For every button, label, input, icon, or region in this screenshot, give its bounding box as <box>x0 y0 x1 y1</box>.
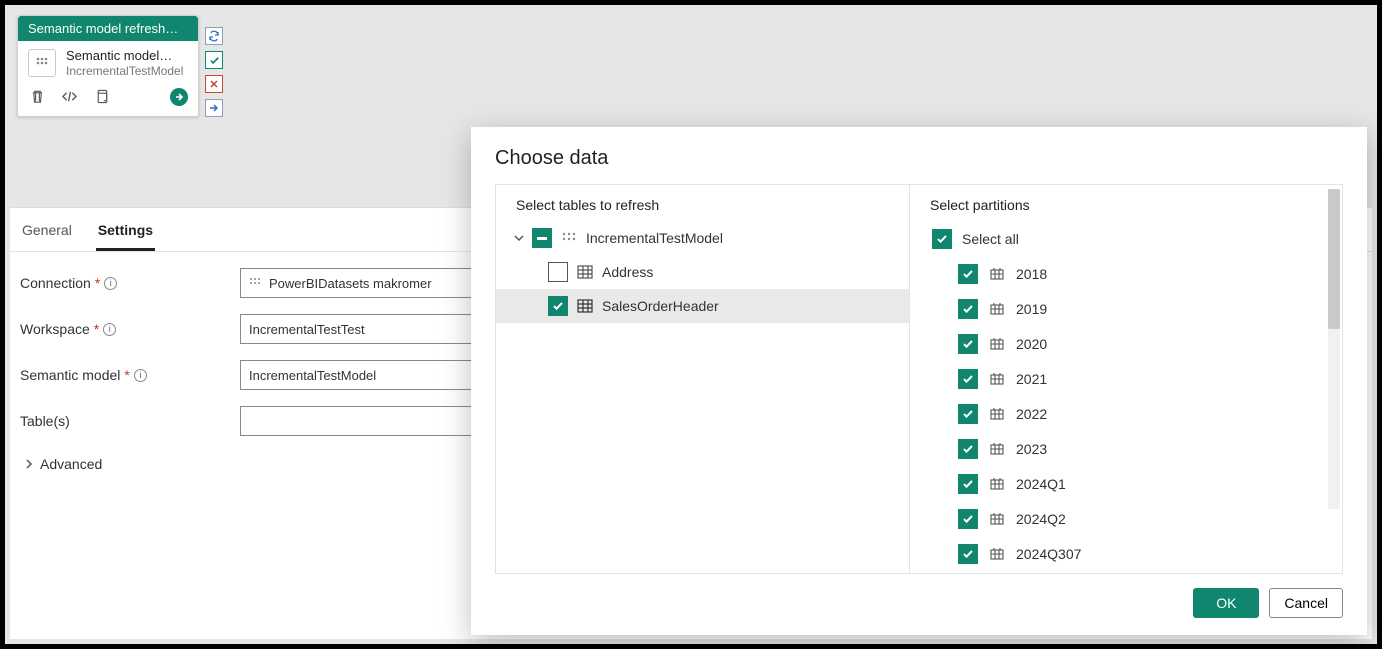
partitions-list: Select all 2018 2019 2020 2021 2022 2023 2024Q… <box>910 221 1342 571</box>
activity-footer <box>18 80 198 116</box>
partition-icon <box>988 510 1006 528</box>
table-row[interactable]: SalesOrderHeader <box>496 289 909 323</box>
checkbox[interactable] <box>958 404 978 424</box>
checkbox[interactable] <box>958 509 978 529</box>
activity-node[interactable]: Semantic model refresh… Semantic model… … <box>17 15 199 117</box>
semantic-model-label: Semantic model * i <box>20 367 240 383</box>
partition-label: 2023 <box>1016 441 1047 457</box>
chevron-down-icon <box>514 233 524 243</box>
tables-field[interactable] <box>240 406 475 436</box>
checkbox[interactable] <box>958 299 978 319</box>
checkbox[interactable] <box>548 296 568 316</box>
run-icon[interactable] <box>170 88 188 106</box>
info-icon[interactable]: i <box>134 369 147 382</box>
tree-root-label: IncrementalTestModel <box>586 230 723 246</box>
checkbox[interactable] <box>548 262 568 282</box>
partition-icon <box>988 335 1006 353</box>
partition-row[interactable]: 2024Q307 <box>932 536 1320 571</box>
tables-column: Select tables to refresh IncrementalTest… <box>496 185 910 573</box>
activity-subtitle: IncrementalTestModel <box>66 64 183 78</box>
partition-label: 2018 <box>1016 266 1047 282</box>
tab-general[interactable]: General <box>20 218 74 251</box>
partition-label: 2021 <box>1016 371 1047 387</box>
delete-icon[interactable] <box>28 88 46 106</box>
tables-header: Select tables to refresh <box>496 197 909 221</box>
checkbox[interactable] <box>958 439 978 459</box>
partition-icon <box>988 440 1006 458</box>
info-icon[interactable]: i <box>103 323 116 336</box>
workspace-label: Workspace * i <box>20 321 240 337</box>
chevron-right-icon <box>24 459 34 469</box>
select-all-label: Select all <box>962 231 1019 247</box>
success-icon[interactable] <box>205 51 223 69</box>
partition-icon <box>988 300 1006 318</box>
table-label: SalesOrderHeader <box>602 298 719 314</box>
checkbox[interactable] <box>958 334 978 354</box>
partition-row[interactable]: 2024Q2 <box>932 501 1320 536</box>
partition-row[interactable]: 2024Q1 <box>932 466 1320 501</box>
table-row[interactable]: Address <box>496 255 909 289</box>
skip-icon[interactable] <box>205 99 223 117</box>
partition-icon <box>988 545 1006 563</box>
tables-label: Table(s) <box>20 413 240 429</box>
error-icon[interactable]: ✕ <box>205 75 223 93</box>
dataset-icon <box>28 49 56 77</box>
partition-icon <box>988 370 1006 388</box>
connection-field[interactable]: PowerBIDatasets makromer <box>240 268 475 298</box>
partitions-header: Select partitions <box>910 197 1342 221</box>
partition-row[interactable]: 2022 <box>932 396 1320 431</box>
partition-row[interactable]: 2020 <box>932 326 1320 361</box>
checkbox[interactable] <box>958 474 978 494</box>
app-frame: Semantic model refresh… Semantic model… … <box>0 0 1382 649</box>
checkbox[interactable] <box>932 229 952 249</box>
ok-button[interactable]: OK <box>1193 588 1259 618</box>
partition-row[interactable]: 2021 <box>932 361 1320 396</box>
dialog-title: Choose data <box>495 147 1343 170</box>
partition-label: 2019 <box>1016 301 1047 317</box>
table-label: Address <box>602 264 653 280</box>
workspace-value: IncrementalTestTest <box>249 322 365 337</box>
partition-label: 2024Q2 <box>1016 511 1066 527</box>
choose-data-dialog: Choose data Select tables to refresh Inc… <box>471 127 1367 635</box>
partition-label: 2020 <box>1016 336 1047 352</box>
partition-row[interactable]: 2018 <box>932 256 1320 291</box>
activity-node-header: Semantic model refresh… <box>18 16 198 41</box>
partition-label: 2024Q1 <box>1016 476 1066 492</box>
semantic-model-field[interactable]: IncrementalTestModel <box>240 360 475 390</box>
status-icons: ✕ <box>205 27 223 117</box>
checkbox[interactable] <box>958 369 978 389</box>
checkbox-indeterminate[interactable] <box>532 228 552 248</box>
tab-settings[interactable]: Settings <box>96 218 155 251</box>
table-icon <box>576 297 594 315</box>
connection-label: Connection * i <box>20 275 240 291</box>
info-icon[interactable]: i <box>104 277 117 290</box>
table-icon <box>576 263 594 281</box>
activity-title: Semantic model… <box>66 49 183 64</box>
refresh-icon[interactable] <box>205 27 223 45</box>
tree-root[interactable]: IncrementalTestModel <box>496 221 909 255</box>
partition-icon <box>988 265 1006 283</box>
activity-node-body: Semantic model… IncrementalTestModel <box>18 41 198 80</box>
scrollbar-thumb[interactable] <box>1328 189 1340 329</box>
semantic-model-value: IncrementalTestModel <box>249 368 376 383</box>
checkbox[interactable] <box>958 544 978 564</box>
copy-icon[interactable] <box>92 88 110 106</box>
select-all-row[interactable]: Select all <box>932 221 1320 256</box>
partition-icon <box>988 475 1006 493</box>
partition-row[interactable]: 2019 <box>932 291 1320 326</box>
dialog-footer: OK Cancel <box>495 574 1343 618</box>
model-icon <box>560 229 578 247</box>
connection-value: PowerBIDatasets makromer <box>269 276 432 291</box>
checkbox[interactable] <box>958 264 978 284</box>
code-icon[interactable] <box>60 88 78 106</box>
workspace-field[interactable]: IncrementalTestTest <box>240 314 475 344</box>
dialog-body: Select tables to refresh IncrementalTest… <box>495 184 1343 574</box>
partitions-column: Select partitions Select all 2018 2019 202… <box>910 185 1342 573</box>
partition-row[interactable]: 2023 <box>932 431 1320 466</box>
partition-icon <box>988 405 1006 423</box>
cancel-button[interactable]: Cancel <box>1269 588 1343 618</box>
partition-label: 2024Q307 <box>1016 546 1081 562</box>
partition-label: 2022 <box>1016 406 1047 422</box>
